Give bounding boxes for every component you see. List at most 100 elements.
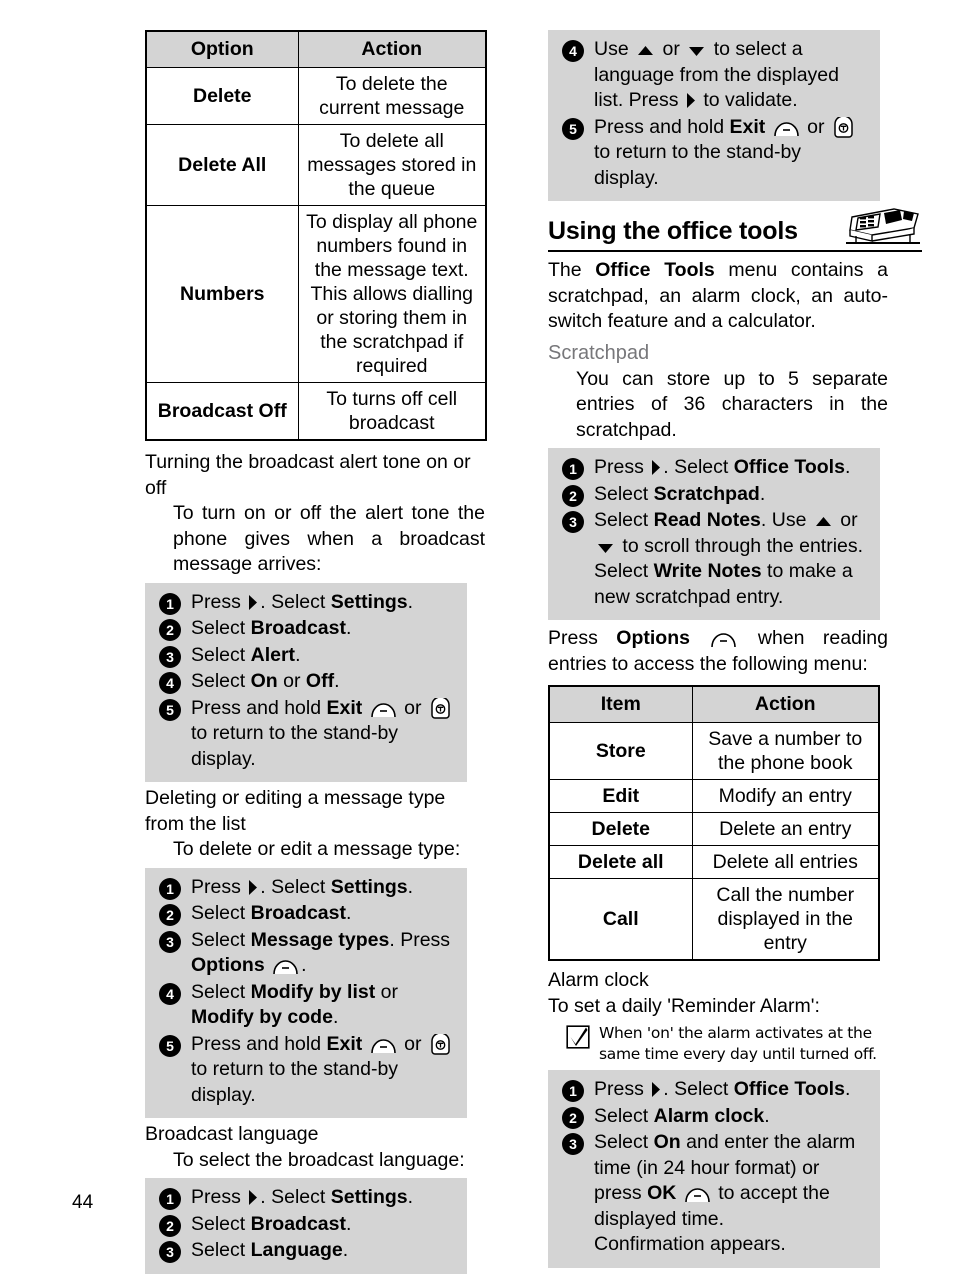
step-text: Use or to select a language from the dis…: [594, 38, 839, 111]
table-header-row: Item Action: [548, 685, 880, 723]
list-item: 1 Press . Select Settings.: [153, 1185, 457, 1211]
heading-alarm-clock: Alarm clock: [548, 969, 649, 991]
list-item: 2 Select Scratchpad.: [556, 482, 870, 508]
step-number: 2: [159, 904, 181, 926]
up-arrow-key-icon: [815, 517, 831, 526]
step-text: Press and hold Exit or to return to the …: [191, 696, 457, 773]
cell-item: Delete: [548, 812, 693, 846]
soft-key-icon: [711, 633, 737, 648]
step-number: 5: [159, 1034, 181, 1057]
column-header-item: Item: [548, 685, 693, 723]
column-header-action: Action: [691, 685, 880, 723]
list-item: 1 Press . Select Settings.: [153, 590, 457, 616]
cell-action: Call the number displayed in the entry: [691, 878, 880, 961]
cell-action: To delete the current message: [297, 67, 487, 125]
end-call-key-icon: [834, 116, 853, 138]
intro-alert-tone: To turn on or off the alert tone the pho…: [173, 502, 485, 575]
step-number: 1: [159, 1188, 181, 1210]
list-item: 5 Press and hold Exit or to return to th…: [153, 696, 457, 773]
list-item: 3 Select Read Notes. Use or to scroll th…: [556, 508, 870, 610]
step-number: 2: [562, 1106, 584, 1129]
section-intro: The Office Tools menu contains a scratch…: [548, 259, 888, 332]
right-key-icon: [652, 1082, 661, 1097]
cell-option: Broadcast Off: [145, 382, 299, 441]
step-text: Select Modify by list or Modify by code.: [191, 980, 398, 1029]
step-text: Press . Select Settings.: [191, 1186, 414, 1208]
list-item: 4 Select On or Off.: [153, 669, 457, 695]
intro-delete-edit: To delete or edit a message type:: [173, 838, 461, 860]
scratchpad-options-intro: Press Options when reading entries to ac…: [548, 627, 888, 675]
step-number: 1: [562, 458, 584, 480]
heading-alert-tone: Turning the broadcast alert tone on or o…: [145, 451, 471, 499]
subheading-reminder-alarm: To set a daily 'Reminder Alarm':: [548, 994, 820, 1017]
step-number: 4: [159, 982, 181, 1005]
heading-scratchpad: Scratchpad: [548, 341, 650, 364]
step-text: Select On or Off.: [191, 670, 340, 692]
list-item: 2 Select Broadcast.: [153, 616, 457, 642]
end-call-key-icon: [431, 697, 450, 719]
steps-alarm-clock: 1 Press . Select Office Tools. 2 Select …: [548, 1070, 880, 1268]
step-number: 2: [159, 1214, 181, 1237]
step-number: 3: [159, 645, 181, 668]
table-row: Broadcast Off To turns off cell broadcas…: [145, 382, 487, 441]
step-text: Press and hold Exit or to return to the …: [191, 1032, 457, 1109]
list-item: 3 Select Alert.: [153, 643, 457, 669]
soft-key-icon: [370, 1038, 396, 1053]
manual-page: Option Action Delete To delete the curre…: [0, 0, 954, 1274]
steps-alert-tone: 1 Press . Select Settings. 2 Select Broa…: [145, 582, 467, 782]
step-number: 1: [159, 877, 181, 900]
heading-broadcast-language: Broadcast language: [145, 1123, 319, 1145]
table-row: Store Save a number to the phone book: [548, 722, 880, 780]
list-item: 2 Select Broadcast.: [153, 1212, 457, 1238]
section-header: Using the office tools: [548, 205, 922, 252]
step-text: Select Alert.: [191, 643, 301, 666]
list-item: 2 Select Broadcast.: [153, 901, 457, 927]
cell-option: Delete All: [145, 124, 299, 206]
step-number: 4: [562, 40, 584, 62]
step-number: 2: [562, 484, 584, 507]
steps-broadcast-language-cont: 4 Use or to select a language from the d…: [548, 30, 880, 201]
step-text: Press . Select Settings.: [191, 875, 414, 898]
soft-key-icon: [773, 121, 799, 136]
list-item: 1 Press . Select Office Tools.: [556, 1077, 870, 1103]
step-number: 1: [159, 592, 181, 615]
right-key-icon: [249, 1190, 258, 1205]
steps-scratchpad: 1 Press . Select Office Tools. 2 Select …: [548, 448, 880, 620]
table-row: Numbers To display all phone numbers fou…: [145, 205, 487, 383]
cell-action: To turns off cell broadcast: [297, 382, 487, 441]
cell-action: To delete all messages stored in the que…: [297, 124, 487, 206]
soft-key-icon: [370, 702, 396, 717]
column-header-action: Action: [297, 30, 487, 68]
office-desk-icon: [846, 208, 920, 244]
note-alarm: When 'on' the alarm activates at the sam…: [566, 1023, 888, 1065]
step-number: 2: [159, 619, 181, 641]
table-row: Delete All To delete all messages stored…: [145, 124, 487, 206]
cell-action: Delete all entries: [691, 845, 880, 879]
cell-item: Store: [548, 722, 693, 780]
down-arrow-key-icon: [598, 543, 613, 553]
broadcast-options-table: Option Action Delete To delete the curre…: [145, 30, 487, 441]
step-number: 4: [159, 672, 181, 694]
cell-option: Delete: [145, 67, 299, 125]
right-column: 4 Use or to select a language from the d…: [548, 30, 922, 1272]
table-row: Delete Delete an entry: [548, 812, 880, 846]
intro-broadcast-language: To select the broadcast language:: [173, 1148, 465, 1171]
cell-action: Delete an entry: [691, 812, 880, 846]
list-item: 3 Select Language.: [153, 1238, 457, 1264]
list-item: 3 Select On and enter the alarm time (in…: [556, 1130, 870, 1258]
step-number: 5: [159, 698, 181, 721]
right-key-icon: [249, 879, 258, 895]
list-item: 5 Press and hold Exit or to return to th…: [556, 115, 870, 192]
step-text: Press . Select Settings.: [191, 590, 414, 613]
cell-action: Modify an entry: [691, 779, 880, 813]
step-number: 5: [562, 117, 584, 140]
list-item: 1 Press . Select Office Tools.: [556, 455, 870, 481]
step-number: 3: [562, 1133, 584, 1155]
note-text: When 'on' the alarm activates at the sam…: [599, 1024, 877, 1063]
list-item: 4 Use or to select a language from the d…: [556, 37, 870, 114]
step-text: Select Alarm clock.: [594, 1104, 770, 1127]
step-text: Select Language.: [191, 1239, 349, 1261]
list-item: 1 Press . Select Settings.: [153, 875, 457, 901]
cell-action: Save a number to the phone book: [691, 722, 880, 780]
steps-broadcast-language: 1 Press . Select Settings. 2 Select Broa…: [145, 1178, 467, 1274]
